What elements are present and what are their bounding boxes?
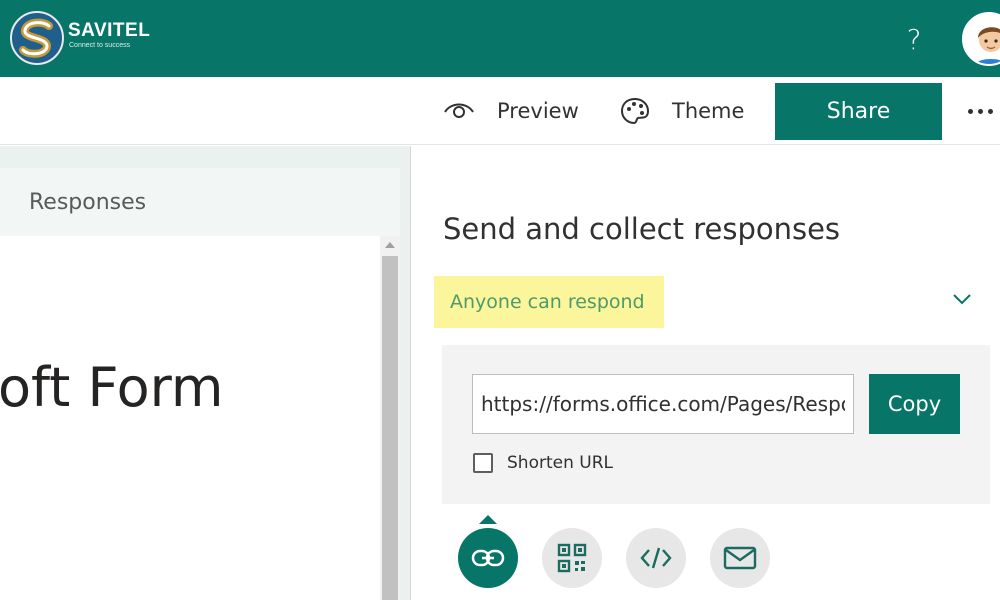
shorten-url-checkbox[interactable]	[473, 453, 493, 473]
share-panel-title: Send and collect responses	[443, 212, 841, 246]
more-dot-icon	[978, 108, 983, 114]
active-option-indicator	[479, 515, 497, 524]
more-options-button[interactable]	[968, 97, 1000, 125]
share-via-embed-button[interactable]	[626, 528, 686, 588]
share-via-email-button[interactable]	[710, 528, 770, 588]
chevron-down-icon[interactable]	[952, 292, 972, 306]
app-header: SAVITEL Connect to success ?	[0, 0, 1000, 77]
preview-label: Preview	[497, 99, 579, 123]
qr-code-icon	[557, 543, 587, 573]
user-avatar-icon	[964, 14, 1000, 64]
eye-icon	[444, 103, 474, 118]
email-icon	[723, 546, 757, 570]
command-bar: Preview Theme Share	[0, 77, 1000, 145]
share-button[interactable]: Share	[775, 83, 942, 140]
more-dot-icon	[968, 108, 973, 114]
more-dot-icon	[988, 108, 993, 114]
scroll-up-arrow-icon[interactable]	[385, 242, 395, 248]
share-link-box: Copy Shorten URL	[442, 345, 990, 504]
tab-responses[interactable]: Responses	[0, 168, 400, 236]
link-icon	[471, 549, 505, 567]
scroll-thumb[interactable]	[382, 256, 398, 600]
form-title[interactable]: oft Form	[0, 356, 223, 419]
share-url-input[interactable]	[472, 374, 854, 434]
user-avatar[interactable]	[962, 12, 1000, 66]
brand-tagline: Connect to success	[69, 42, 131, 49]
help-button[interactable]: ?	[894, 20, 934, 60]
audience-dropdown[interactable]: Anyone can respond	[434, 276, 664, 328]
copy-button[interactable]: Copy	[869, 374, 960, 434]
theme-label: Theme	[672, 99, 745, 123]
palette-icon	[620, 97, 650, 125]
vertical-scrollbar[interactable]	[380, 236, 400, 600]
brand-name: SAVITEL	[68, 20, 151, 41]
shorten-url-label: Shorten URL	[507, 453, 613, 473]
embed-code-icon	[640, 547, 672, 569]
form-design-pane: Responses oft Form	[0, 146, 410, 600]
form-canvas: oft Form	[0, 236, 380, 600]
savitel-logo-icon	[10, 11, 64, 65]
pane-divider	[410, 146, 411, 600]
share-via-link-button[interactable]	[458, 528, 518, 588]
shorten-url-option[interactable]: Shorten URL	[473, 452, 613, 474]
share-via-qr-button[interactable]	[542, 528, 602, 588]
preview-button[interactable]: Preview	[443, 77, 579, 145]
theme-button[interactable]: Theme	[620, 77, 744, 145]
